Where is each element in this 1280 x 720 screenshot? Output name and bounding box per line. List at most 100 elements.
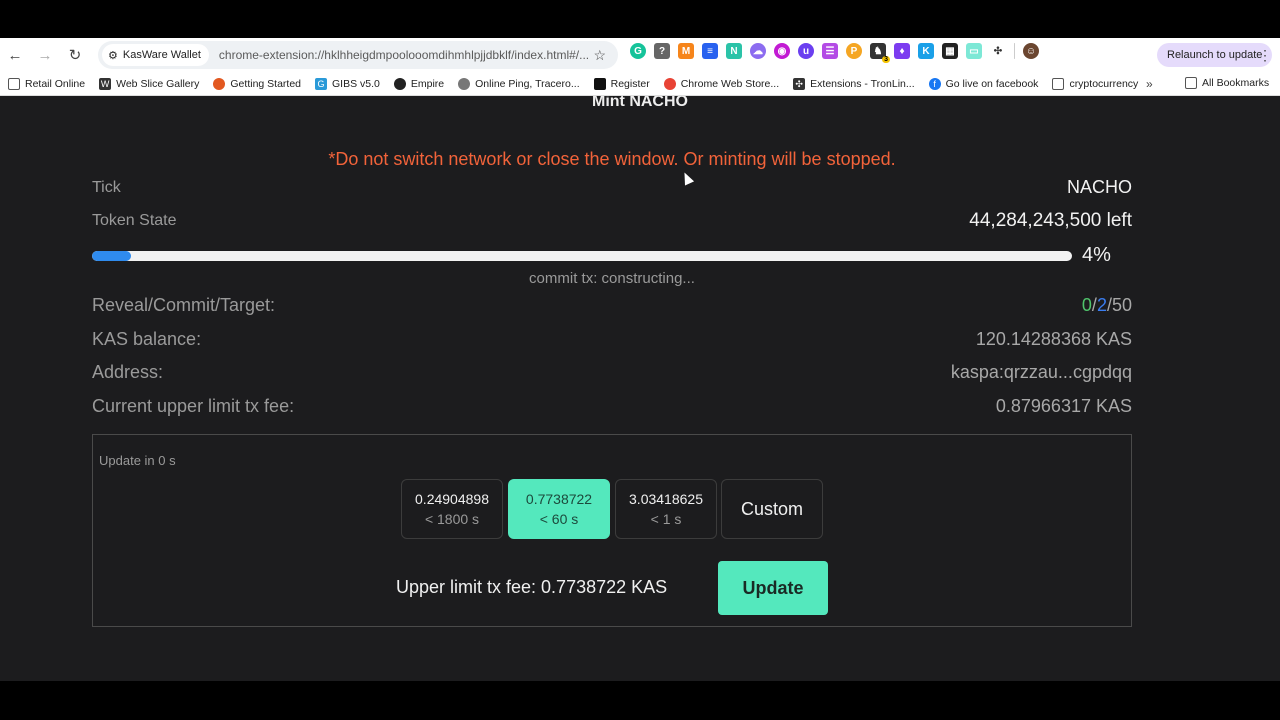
- fee-limit-label: Current upper limit tx fee:: [92, 396, 295, 416]
- facebook-icon: f: [928, 77, 941, 90]
- chrome-store-icon: [663, 77, 676, 90]
- gibs-icon: G: [315, 77, 328, 90]
- bookmark-label: Go live on facebook: [945, 77, 1039, 90]
- fee-option-amount: 0.24904898: [415, 491, 489, 507]
- bookmark-label: Online Ping, Tracero...: [475, 77, 580, 90]
- forward-arrow-icon[interactable]: →: [30, 40, 60, 70]
- bookmark-item[interactable]: Getting Started: [213, 77, 302, 90]
- badge-extension-icon[interactable]: ♞ 3: [870, 43, 890, 63]
- question-icon[interactable]: ?: [654, 43, 670, 59]
- mint-page: Mint NACHO *Do not switch network or clo…: [0, 96, 1280, 681]
- relaunch-button[interactable]: Relaunch to update: [1157, 43, 1273, 67]
- balance-value: 120.14288368 KAS: [975, 329, 1132, 349]
- balance-row: KAS balance: 120.14288368 KAS: [92, 329, 1132, 350]
- fee-option-normal[interactable]: 0.7738722 < 60 s: [508, 479, 610, 539]
- extension-badge: 3: [882, 56, 890, 63]
- puzzle-icon: ✣: [793, 77, 806, 90]
- bookmarks-bar: Retail Online W Web Slice Gallery Getting…: [0, 72, 1280, 96]
- bookmark-item[interactable]: Online Ping, Tracero...: [458, 77, 580, 90]
- bookmark-item[interactable]: f Go live on facebook: [928, 77, 1039, 90]
- menu-kebab-icon[interactable]: ⋮: [1258, 47, 1272, 64]
- fee-option-fast[interactable]: 3.03418625 < 1 s: [615, 479, 717, 539]
- bookmark-item[interactable]: Register: [593, 77, 650, 90]
- bookmark-label: Register: [610, 77, 650, 90]
- commit-status: commit tx: constructing...: [529, 270, 695, 287]
- folder-icon: [1185, 77, 1197, 89]
- bookmark-label: Chrome Web Store...: [680, 77, 780, 90]
- n-wallet-icon[interactable]: N: [726, 43, 742, 59]
- profile-avatar-icon[interactable]: ☺: [1023, 43, 1039, 59]
- bookmark-item[interactable]: G GIBS v5.0: [315, 77, 380, 90]
- all-bookmarks[interactable]: All Bookmarks: [1185, 77, 1269, 89]
- reload-icon[interactable]: ↻: [60, 40, 90, 70]
- bookmark-label: GIBS v5.0: [332, 77, 380, 90]
- globe-icon: [393, 77, 406, 90]
- extensions-row: G ? M ≡ N ☁ ◉ u ☰ P ♞ 3 ♦ K ▦ ▭ ✣ ☺: [630, 43, 1039, 63]
- target-count: 50: [1111, 295, 1132, 315]
- upper-limit-fee-text: Upper limit tx fee: 0.7738722 KAS: [396, 577, 668, 597]
- bookmark-item[interactable]: Chrome Web Store...: [663, 77, 780, 90]
- folder-icon: [8, 77, 20, 90]
- page-title: Mint NACHO: [592, 96, 688, 110]
- fee-option-time: < 60 s: [539, 511, 579, 527]
- cloud-icon[interactable]: ☁: [750, 43, 766, 59]
- update-button[interactable]: Update: [718, 561, 828, 615]
- puzzle-icon: ⚙: [108, 49, 118, 62]
- divider: [1014, 43, 1015, 59]
- fee-option-time: < 1800 s: [424, 511, 480, 527]
- bookmark-label: Retail Online: [25, 77, 86, 90]
- token-state-row: Token State 44,284,243,500 left: [92, 210, 1132, 232]
- update-countdown: Update in 0 s: [99, 453, 176, 468]
- bookmark-item[interactable]: Retail Online: [8, 77, 86, 90]
- fee-limit-value: 0.87966317 KAS: [995, 396, 1132, 416]
- fee-option-slow[interactable]: 0.24904898 < 1800 s: [401, 479, 503, 539]
- grammarly-icon[interactable]: G: [630, 43, 646, 59]
- mint-progress-fill: [92, 251, 132, 261]
- video-frame-top: [0, 0, 1280, 38]
- tick-label: Tick: [92, 178, 121, 196]
- bookmark-item[interactable]: Empire: [393, 77, 444, 90]
- extension-chip-label: KasWare Wallet: [122, 49, 201, 61]
- tick-row: Tick NACHO: [92, 177, 1132, 198]
- p-coin-icon[interactable]: P: [846, 43, 862, 59]
- token-state-label: Token State: [92, 212, 177, 229]
- custom-fee-button[interactable]: Custom: [721, 479, 823, 539]
- reveal-commit-target-label: Reveal/Commit/Target:: [92, 295, 276, 315]
- web-slice-icon: W: [99, 77, 112, 90]
- address-value[interactable]: kaspa:qrzzau...cgpdqq: [951, 362, 1132, 383]
- jellyfish-icon[interactable]: ◉: [774, 43, 790, 59]
- bookmark-label: Extensions - TronLin...: [810, 77, 915, 90]
- reveal-count: 0: [1081, 295, 1092, 315]
- mint-progress-bar: [92, 251, 1072, 261]
- bookmark-item[interactable]: ✣ Extensions - TronLin...: [793, 77, 915, 90]
- fee-option-amount: 0.7738722: [525, 491, 593, 507]
- wallet-layers-icon[interactable]: ≡: [702, 43, 718, 59]
- bookmark-label: cryptocurrency: [1069, 77, 1139, 90]
- circle-u-icon[interactable]: u: [798, 43, 814, 59]
- bookmark-item[interactable]: W Web Slice Gallery: [99, 77, 199, 90]
- bookmark-label: Getting Started: [230, 77, 302, 90]
- progress-percent: 4%: [1082, 244, 1111, 266]
- metamask-fox-icon[interactable]: M: [678, 43, 694, 59]
- fee-panel: Update in 0 s 0.24904898 < 1800 s 0.7738…: [92, 434, 1132, 627]
- commit-count: 2: [1096, 295, 1107, 315]
- back-arrow-icon[interactable]: ←: [0, 40, 30, 70]
- list-box-icon[interactable]: ☰: [822, 43, 838, 59]
- terminal-icon: [593, 77, 606, 90]
- extensions-puzzle-icon[interactable]: ✣: [990, 43, 1006, 59]
- address-label: Address:: [92, 362, 164, 382]
- qr-code-icon[interactable]: ▦: [942, 43, 958, 59]
- extension-chip[interactable]: ⚙ KasWare Wallet: [102, 44, 209, 66]
- tick-value: NACHO: [1066, 177, 1132, 197]
- balance-label: KAS balance:: [92, 329, 202, 349]
- k-icon[interactable]: K: [918, 43, 934, 59]
- firefox-icon: [213, 77, 226, 90]
- crystal-icon[interactable]: ♦: [894, 43, 910, 59]
- address-bar[interactable]: ⚙ KasWare Wallet chrome-extension://hklh…: [98, 41, 618, 69]
- url-text[interactable]: chrome-extension://hklhheigdmpoolooomdih…: [219, 48, 599, 62]
- address-row: Address: kaspa:qrzzau...cgpdqq: [92, 362, 1132, 383]
- bookmark-star-icon[interactable]: ☆: [593, 47, 606, 64]
- bookmarks-overflow-icon[interactable]: »: [1146, 77, 1153, 91]
- bookmark-item[interactable]: cryptocurrency: [1052, 77, 1139, 90]
- tag-icon[interactable]: ▭: [966, 43, 982, 59]
